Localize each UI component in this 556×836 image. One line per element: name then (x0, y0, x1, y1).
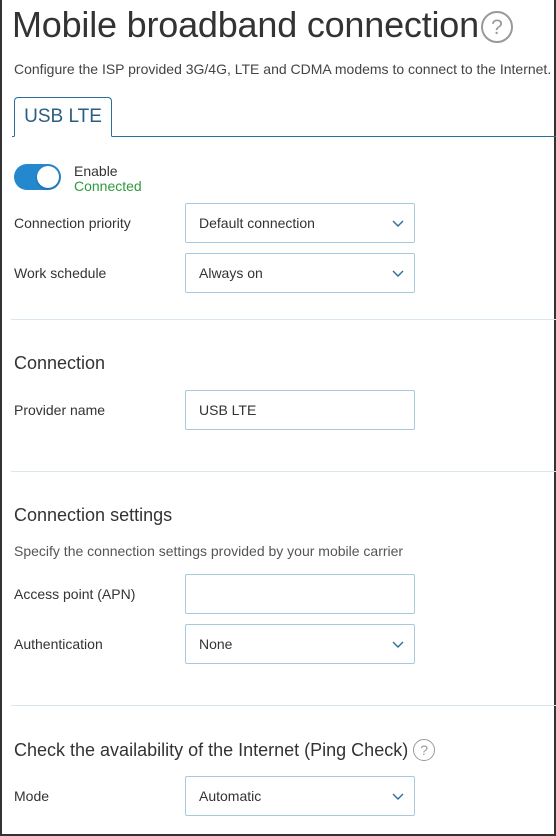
mode-label: Mode (14, 788, 50, 804)
mode-value: Automatic (199, 788, 262, 804)
apn-label: Access point (APN) (14, 586, 136, 602)
provider-name-input[interactable]: USB LTE (185, 390, 415, 430)
enable-toggle[interactable] (14, 164, 61, 190)
tab-bar: USB LTE (12, 97, 556, 137)
connection-section-title: Connection (14, 353, 106, 373)
ping-check-title-row: Check the availability of the Internet (… (14, 739, 436, 761)
connection-priority-select[interactable]: Default connection (185, 203, 415, 243)
page-header: Mobile broadband connection ? (12, 2, 513, 48)
ping-check-title: Check the availability of the Internet (… (14, 739, 409, 760)
page-subtitle: Configure the ISP provided 3G/4G, LTE an… (14, 61, 552, 77)
chevron-down-icon (392, 270, 404, 277)
question-circle-icon[interactable]: ? (480, 11, 513, 43)
section-divider (11, 705, 556, 706)
authentication-value: None (199, 636, 233, 652)
question-circle-icon[interactable]: ? (413, 739, 436, 761)
work-schedule-label: Work schedule (14, 265, 107, 281)
provider-name-value: USB LTE (199, 402, 257, 418)
section-divider (11, 471, 556, 472)
mode-select[interactable]: Automatic (185, 776, 415, 816)
section-divider (11, 319, 556, 320)
chevron-down-icon (392, 793, 404, 800)
authentication-select[interactable]: None (185, 624, 415, 664)
authentication-label: Authentication (14, 636, 103, 652)
connection-settings-title: Connection settings (14, 505, 173, 525)
provider-name-label: Provider name (14, 402, 106, 418)
toggle-knob (37, 166, 59, 188)
connection-settings-description: Specify the connection settings provided… (14, 543, 404, 559)
apn-input[interactable] (185, 574, 415, 614)
work-schedule-select[interactable]: Always on (185, 253, 415, 293)
work-schedule-value: Always on (199, 265, 263, 281)
chevron-down-icon (392, 220, 404, 227)
tab-usb-lte[interactable]: USB LTE (14, 97, 112, 137)
chevron-down-icon (392, 641, 404, 648)
connection-status: Connected (74, 178, 142, 194)
page-title: Mobile broadband connection (12, 4, 479, 45)
connection-priority-label: Connection priority (14, 215, 131, 231)
connection-priority-value: Default connection (199, 215, 315, 231)
enable-label: Enable (74, 163, 118, 179)
